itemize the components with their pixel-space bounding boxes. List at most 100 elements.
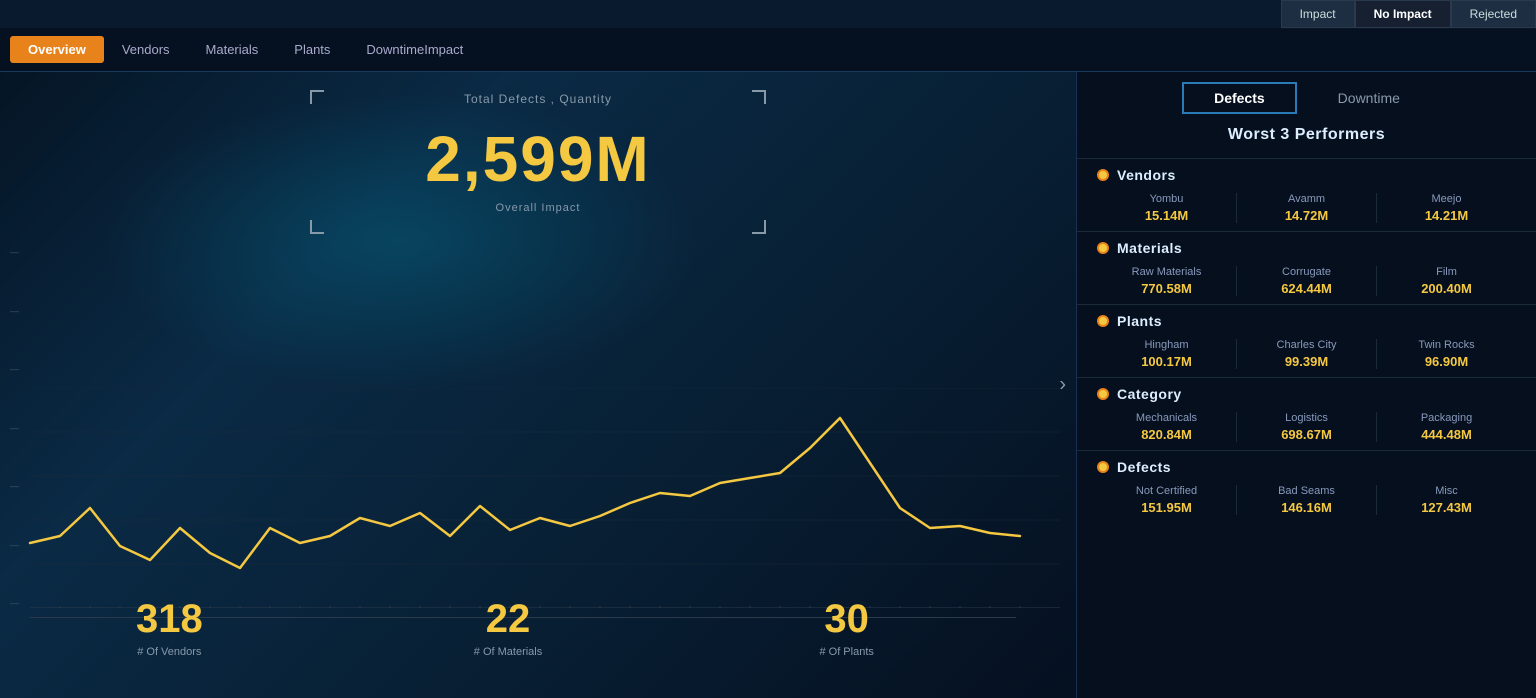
performer-value: 698.67M (1242, 427, 1371, 442)
performer-col-3-1: Logistics 698.67M (1237, 412, 1377, 442)
section-dot (1097, 315, 1109, 327)
section-title-0: Vendors (1117, 167, 1176, 183)
performer-value: 96.90M (1382, 354, 1511, 369)
section-dot (1097, 461, 1109, 473)
performers-grid: Raw Materials 770.58M Corrugate 624.44M … (1097, 266, 1516, 296)
performer-name: Mechanicals (1102, 412, 1231, 424)
section-dot (1097, 388, 1109, 400)
performer-name: Misc (1382, 485, 1511, 497)
performer-name: Not Certified (1102, 485, 1231, 497)
nav-plants[interactable]: Plants (276, 36, 348, 63)
performer-value: 770.58M (1102, 281, 1231, 296)
performer-col-0-1: Avamm 14.72M (1237, 193, 1377, 223)
performer-value: 624.44M (1242, 281, 1371, 296)
performer-col-0-0: Yombu 15.14M (1097, 193, 1237, 223)
panel-title: Worst 3 Performers (1077, 126, 1536, 144)
next-arrow[interactable]: › (1059, 374, 1066, 397)
performer-col-2-2: Twin Rocks 96.90M (1377, 339, 1516, 369)
performer-value: 99.39M (1242, 354, 1371, 369)
vendors-label: # Of Vendors (0, 646, 339, 658)
performer-col-3-0: Mechanicals 820.84M (1097, 412, 1237, 442)
section-title-3: Category (1117, 386, 1182, 402)
section-dot (1097, 169, 1109, 181)
performer-value: 100.17M (1102, 354, 1231, 369)
performer-name: Hingham (1102, 339, 1231, 351)
section-materials: Materials Raw Materials 770.58M Corrugat… (1077, 231, 1536, 304)
section-title-4: Defects (1117, 459, 1171, 475)
main-content: Total Defects , Quantity 2,599M Overall … (0, 72, 1536, 698)
stats-row: 318 # Of Vendors 22 # Of Materials 30 # … (0, 597, 1016, 658)
plants-stat: 30 # Of Plants (677, 597, 1016, 658)
performers-container: Vendors Yombu 15.14M Avamm 14.72M Meejo … (1077, 158, 1536, 523)
performer-value: 151.95M (1102, 500, 1231, 515)
performer-value: 15.14M (1102, 208, 1231, 223)
section-defects: Defects Not Certified 151.95M Bad Seams … (1077, 450, 1536, 523)
performer-value: 146.16M (1242, 500, 1371, 515)
section-category: Category Mechanicals 820.84M Logistics 6… (1077, 377, 1536, 450)
section-plants: Plants Hingham 100.17M Charles City 99.3… (1077, 304, 1536, 377)
performer-value: 127.43M (1382, 500, 1511, 515)
right-panel: Defects Downtime Worst 3 Performers Vend… (1076, 72, 1536, 698)
section-title-1: Materials (1117, 240, 1182, 256)
performer-col-4-0: Not Certified 151.95M (1097, 485, 1237, 515)
no-impact-button[interactable]: No Impact (1355, 0, 1451, 28)
performer-name: Meejo (1382, 193, 1511, 205)
bracket-bot-right (752, 220, 766, 234)
performer-col-2-0: Hingham 100.17M (1097, 339, 1237, 369)
performer-name: Packaging (1382, 412, 1511, 424)
performer-name: Avamm (1242, 193, 1371, 205)
nav-materials[interactable]: Materials (188, 36, 277, 63)
nav-downtime-impact[interactable]: DowntimeImpact (348, 36, 481, 63)
total-defects-value: 2,599M (0, 122, 1076, 196)
downtime-tab[interactable]: Downtime (1307, 82, 1431, 114)
rejected-button[interactable]: Rejected (1451, 0, 1536, 28)
panel-tabs: Defects Downtime (1077, 82, 1536, 114)
performer-name: Bad Seams (1242, 485, 1371, 497)
chart-title: Total Defects , Quantity (0, 92, 1076, 106)
performer-col-4-1: Bad Seams 146.16M (1237, 485, 1377, 515)
materials-stat: 22 # Of Materials (339, 597, 678, 658)
performers-grid: Yombu 15.14M Avamm 14.72M Meejo 14.21M (1097, 193, 1516, 223)
performer-value: 820.84M (1102, 427, 1231, 442)
performer-name: Yombu (1102, 193, 1231, 205)
performer-col-1-2: Film 200.40M (1377, 266, 1516, 296)
nav-vendors[interactable]: Vendors (104, 36, 188, 63)
performer-value: 444.48M (1382, 427, 1511, 442)
left-panel: Total Defects , Quantity 2,599M Overall … (0, 72, 1076, 698)
performer-col-1-1: Corrugate 624.44M (1237, 266, 1377, 296)
section-vendors: Vendors Yombu 15.14M Avamm 14.72M Meejo … (1077, 158, 1536, 231)
section-title-2: Plants (1117, 313, 1162, 329)
impact-button[interactable]: Impact (1281, 0, 1355, 28)
materials-count: 22 (339, 597, 678, 642)
performer-col-4-2: Misc 127.43M (1377, 485, 1516, 515)
performer-name: Twin Rocks (1382, 339, 1511, 351)
vendors-count: 318 (0, 597, 339, 642)
performer-name: Film (1382, 266, 1511, 278)
performer-col-0-2: Meejo 14.21M (1377, 193, 1516, 223)
performer-value: 14.21M (1382, 208, 1511, 223)
defects-tab[interactable]: Defects (1182, 82, 1297, 114)
top-bar: Impact No Impact Rejected (1281, 0, 1536, 29)
performers-grid: Mechanicals 820.84M Logistics 698.67M Pa… (1097, 412, 1516, 442)
line-chart (0, 388, 1060, 608)
performers-grid: Hingham 100.17M Charles City 99.39M Twin… (1097, 339, 1516, 369)
performer-col-3-2: Packaging 444.48M (1377, 412, 1516, 442)
nav-overview[interactable]: Overview (10, 36, 104, 63)
performer-name: Corrugate (1242, 266, 1371, 278)
performer-value: 14.72M (1242, 208, 1371, 223)
plants-label: # Of Plants (677, 646, 1016, 658)
performer-col-2-1: Charles City 99.39M (1237, 339, 1377, 369)
performer-name: Logistics (1242, 412, 1371, 424)
plants-count: 30 (677, 597, 1016, 642)
section-dot (1097, 242, 1109, 254)
materials-label: # Of Materials (339, 646, 678, 658)
bracket-bot-left (310, 220, 324, 234)
performer-name: Charles City (1242, 339, 1371, 351)
performers-grid: Not Certified 151.95M Bad Seams 146.16M … (1097, 485, 1516, 515)
overall-impact-label: Overall Impact (0, 202, 1076, 214)
performer-value: 200.40M (1382, 281, 1511, 296)
nav-bar: Overview Vendors Materials Plants Downti… (0, 28, 1536, 72)
performer-name: Raw Materials (1102, 266, 1231, 278)
performer-col-1-0: Raw Materials 770.58M (1097, 266, 1237, 296)
vendors-stat: 318 # Of Vendors (0, 597, 339, 658)
